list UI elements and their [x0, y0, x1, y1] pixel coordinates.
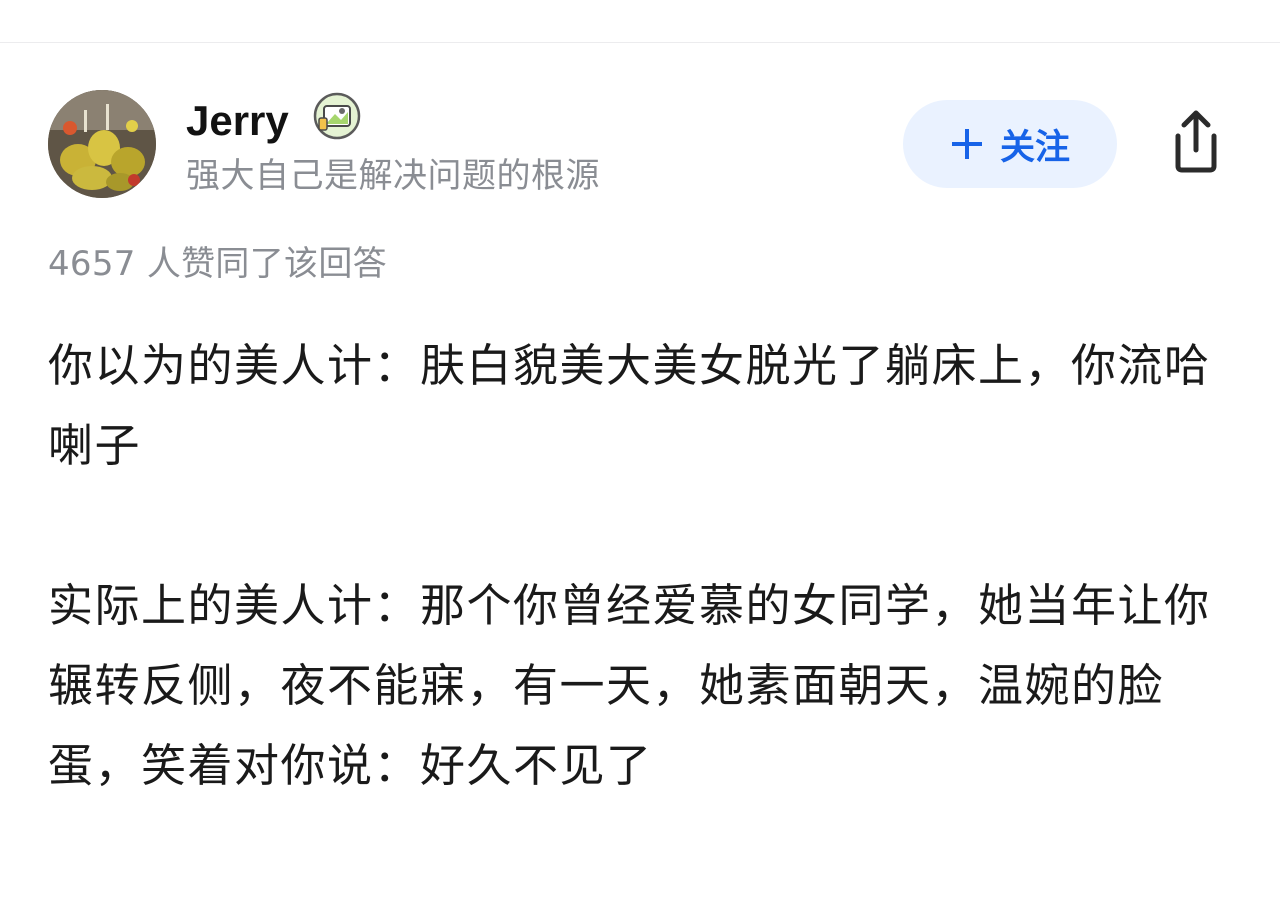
follow-label: 关注	[999, 127, 1070, 168]
author-header: Jerry 强大自己是解决问题的根源 关注	[48, 88, 1232, 200]
follow-button[interactable]: 关注	[903, 100, 1117, 188]
answer-body: 你以为的美人计：肤白貌美大美女脱光了躺床上，你流哈喇子 实际上的美人计：那个你曾…	[48, 326, 1232, 806]
achievement-badge-icon[interactable]	[313, 92, 361, 140]
plus-icon	[950, 127, 984, 161]
vote-count: 4657 人赞同了该回答	[48, 244, 387, 284]
share-icon[interactable]	[1164, 108, 1228, 176]
answer-page: Jerry 强大自己是解决问题的根源 关注 4657 人赞同了该回答 你以为的美…	[0, 0, 1280, 903]
author-name[interactable]: Jerry	[186, 96, 289, 146]
author-bio: 强大自己是解决问题的根源	[186, 156, 600, 196]
answer-paragraph: 实际上的美人计：那个你曾经爱慕的女同学，她当年让你辗转反侧，夜不能寐，有一天，她…	[48, 579, 1211, 792]
avatar[interactable]	[48, 90, 156, 198]
top-divider	[0, 42, 1280, 43]
answer-paragraph: 你以为的美人计：肤白貌美大美女脱光了躺床上，你流哈喇子	[48, 339, 1211, 472]
